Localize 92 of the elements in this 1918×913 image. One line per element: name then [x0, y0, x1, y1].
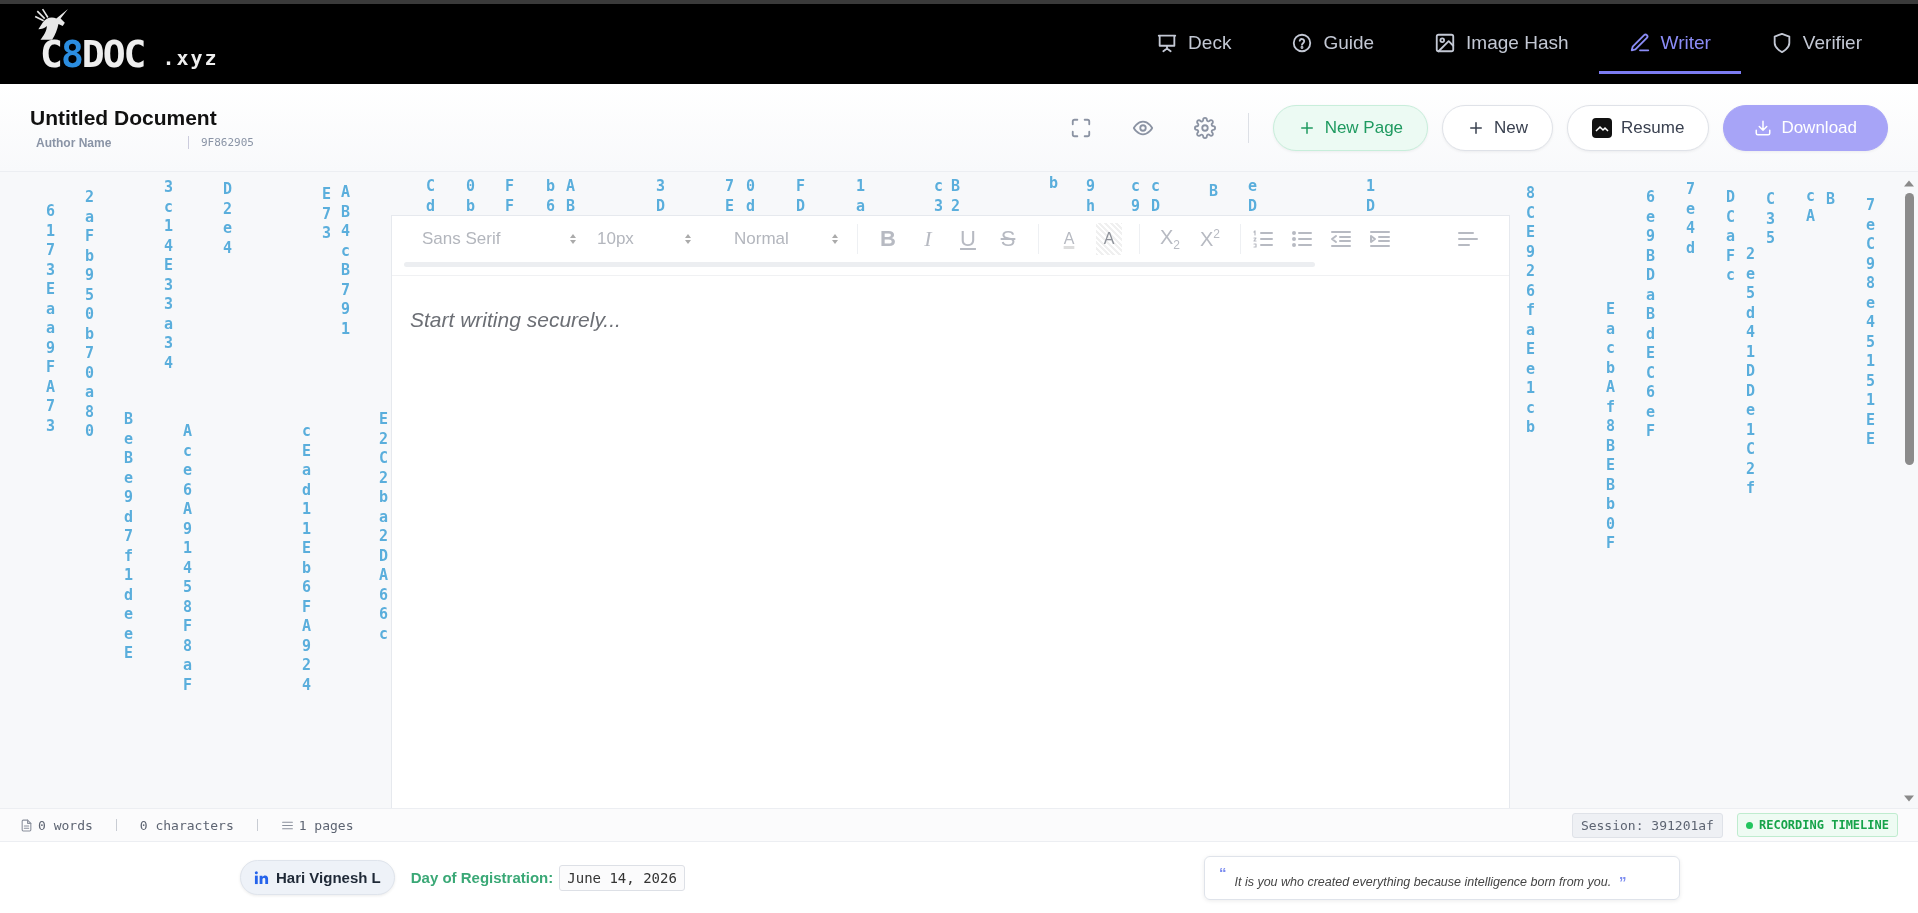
quote-mark: “ [1219, 864, 1227, 880]
code-column: 2aFb950b70a80 [84, 188, 95, 442]
code-column: DCaFc [1725, 188, 1736, 286]
code-column: 0d [745, 177, 756, 216]
code-column: 0b [465, 177, 476, 216]
resume-logo-icon [1592, 117, 1613, 138]
code-column: cA [1805, 187, 1816, 226]
code-column: D2e4 [222, 180, 233, 258]
strikethrough-button[interactable]: S [988, 223, 1028, 255]
code-column: 3D [655, 177, 666, 216]
download-button[interactable]: Download [1723, 104, 1888, 151]
code-column: E73 [321, 185, 332, 244]
scroll-down-icon[interactable] [1904, 795, 1914, 802]
code-column: FD [795, 177, 806, 216]
sort-icon [684, 233, 692, 245]
script-button[interactable]: X$^{2}$ [1190, 223, 1230, 255]
underline-button[interactable]: U [948, 223, 988, 255]
new-button[interactable]: New [1442, 104, 1554, 151]
code-column: cEad11Eb6FA924 [301, 422, 312, 695]
code-column: 8CE926faEe1cb [1525, 184, 1536, 438]
new-page-button[interactable]: New Page [1272, 104, 1429, 151]
code-column: AB [565, 177, 576, 216]
font-select[interactable]: Sans Serif [422, 224, 577, 254]
word-count: 0 words [38, 817, 93, 833]
script-button[interactable]: X$_{2}$ [1150, 223, 1190, 255]
settings-icon[interactable] [1193, 116, 1216, 139]
code-column: 7eC98e45151EE [1865, 196, 1876, 450]
document-title: Untitled Document [30, 105, 218, 130]
code-column: E2C2ba2DA66c [378, 410, 389, 644]
session-id: Session: 391201af [1571, 812, 1723, 838]
document-id: 9F862905 [188, 136, 254, 149]
code-column: 1D [1365, 177, 1376, 216]
code-column: BeBe9d7f1deeE [123, 410, 134, 664]
nav-tab[interactable]: Writer [1598, 14, 1741, 74]
code-column: 6e9BDaBdEC6eF [1645, 188, 1656, 442]
code-column: 1a [855, 177, 866, 216]
resume-button[interactable]: Resume [1567, 104, 1710, 151]
download-icon [1754, 118, 1773, 137]
page-count: 1 pages [298, 817, 354, 833]
quote-mark: ” [1619, 873, 1627, 889]
code-column: B [1825, 190, 1836, 210]
code-column: 7E [724, 177, 735, 216]
code-column: c9 [1130, 177, 1141, 216]
logo-wordmark[interactable]: C8DOC [40, 32, 145, 76]
code-column: 7e4d [1685, 180, 1696, 258]
logo-domain: .xyz [162, 46, 219, 70]
code-column: EacbAf8BEBb0F [1605, 300, 1616, 554]
profile-link[interactable]: Hari Vignesh L [240, 860, 395, 895]
sort-icon [831, 233, 839, 245]
pen-icon [1628, 31, 1651, 54]
code-column: c3 [933, 177, 944, 216]
code-column: Cd [425, 177, 436, 216]
quote-text: It is you who created everything because intelligence born from you. [1234, 873, 1612, 889]
code-column: B2 [950, 177, 961, 216]
nav-tab[interactable]: Deck [1126, 14, 1262, 74]
file-icon [20, 818, 33, 832]
code-column: cD [1150, 177, 1161, 216]
code-column: C35 [1765, 190, 1776, 249]
status-dot-icon [1745, 821, 1753, 829]
image-icon [1434, 31, 1457, 54]
code-column: 9h [1085, 177, 1096, 216]
bold-button[interactable]: B [868, 223, 908, 255]
font-select[interactable]: Normal [734, 224, 839, 254]
linkedin-icon [254, 870, 269, 885]
code-column: Ace6A91458F8aF [182, 422, 193, 695]
italic-button[interactable]: I [908, 223, 948, 255]
character-count: 0 characters [139, 817, 234, 833]
code-column: eD [1247, 177, 1258, 216]
code-column: 3c14E33a34 [163, 178, 174, 373]
code-column: b6 [545, 177, 556, 216]
code-column: 6173Eaa9FA73 [45, 202, 56, 436]
author-name: Author Name [35, 135, 113, 150]
recording-indicator: RECORDING TIMELINE [1736, 813, 1898, 837]
font-select[interactable]: 10px [597, 224, 692, 254]
highlight-button[interactable]: A [1096, 223, 1122, 255]
code-column: B [1208, 182, 1219, 202]
code-column: AB4cB791 [340, 183, 351, 339]
scrollbar-thumb[interactable] [1904, 193, 1914, 465]
scroll-up-icon[interactable] [1904, 180, 1914, 187]
code-column: FF [504, 177, 515, 216]
sort-icon [569, 233, 577, 245]
help-icon [1291, 31, 1314, 54]
editor-placeholder[interactable]: Start writing securely... [392, 275, 1509, 364]
nav-tab[interactable]: Verifier [1740, 14, 1892, 74]
code-column: 2e5d41DDe1C2f [1745, 245, 1756, 499]
fullscreen-icon[interactable] [1069, 116, 1092, 139]
registration-label: Day of Registration: [410, 869, 554, 886]
nav-tab[interactable]: Image Hash [1404, 14, 1599, 74]
code-column: b [1048, 174, 1059, 194]
nav-tab[interactable]: Guide [1261, 14, 1405, 74]
registration-date: June 14, 2026 [559, 864, 685, 891]
text-color-button[interactable]: A [1049, 223, 1089, 255]
